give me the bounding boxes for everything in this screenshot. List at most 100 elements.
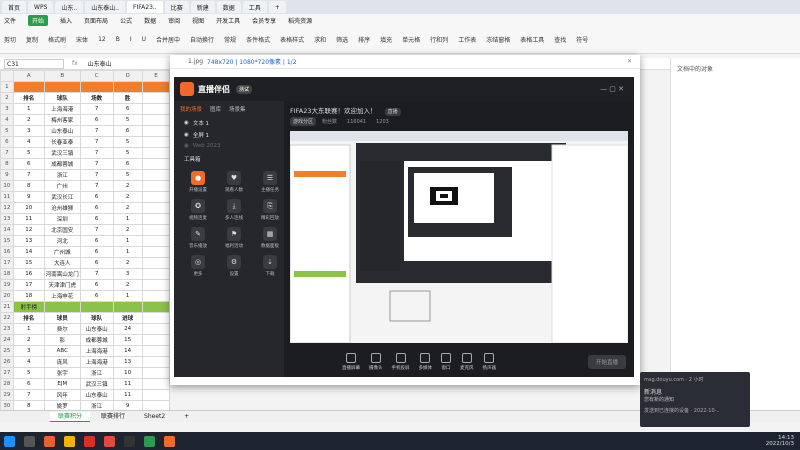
table-cell[interactable] bbox=[112, 301, 143, 313]
ribbon-button[interactable]: U bbox=[142, 36, 146, 43]
table-cell[interactable] bbox=[141, 356, 170, 368]
table-cell[interactable]: 10 bbox=[112, 367, 143, 379]
table-cell[interactable] bbox=[141, 367, 170, 379]
tool-button[interactable]: ◎ 更多 bbox=[182, 255, 214, 277]
table-cell[interactable]: 上海海港 bbox=[79, 356, 114, 368]
row-header[interactable]: 22 bbox=[0, 312, 14, 324]
table-cell[interactable] bbox=[141, 169, 170, 181]
table-cell[interactable] bbox=[141, 213, 170, 225]
start-stream-button[interactable]: 开始直播 bbox=[587, 355, 626, 369]
bottom-tool[interactable]: 多媒体 bbox=[419, 353, 432, 371]
table-cell[interactable] bbox=[141, 290, 170, 302]
ribbon-button[interactable]: 排序 bbox=[358, 35, 370, 44]
row-header[interactable]: 14 bbox=[0, 224, 14, 236]
wps-icon[interactable] bbox=[104, 435, 115, 447]
table-cell[interactable]: 8 bbox=[12, 180, 45, 192]
ribbon-button[interactable]: 单元格 bbox=[402, 35, 420, 44]
table-cell[interactable] bbox=[141, 323, 170, 335]
table-cell[interactable]: 6 bbox=[79, 246, 114, 258]
table-cell[interactable]: 6 bbox=[79, 257, 114, 269]
table-cell[interactable]: 14 bbox=[112, 345, 143, 357]
table-cell[interactable] bbox=[141, 147, 170, 159]
table-cell[interactable]: 浙江 bbox=[79, 367, 114, 379]
browser-tab[interactable]: 数据 bbox=[216, 1, 241, 13]
row-header[interactable]: 24 bbox=[0, 334, 14, 346]
table-cell[interactable] bbox=[79, 81, 114, 93]
row-header[interactable]: 7 bbox=[0, 147, 14, 159]
table-cell[interactable]: 3 bbox=[112, 268, 143, 280]
column-header[interactable]: E bbox=[141, 70, 170, 82]
table-cell[interactable]: 姚罗 bbox=[43, 400, 81, 410]
table-cell[interactable]: ABC bbox=[43, 345, 81, 357]
folder-icon[interactable] bbox=[64, 435, 75, 447]
stream-preview[interactable] bbox=[290, 131, 628, 343]
table-cell[interactable]: 北京国安 bbox=[43, 224, 81, 236]
row-header[interactable]: 16 bbox=[0, 246, 14, 258]
table-cell[interactable] bbox=[141, 125, 170, 137]
table-cell[interactable] bbox=[141, 158, 170, 170]
table-cell[interactable]: 2 bbox=[112, 202, 143, 214]
eye-icon[interactable]: ◉ bbox=[184, 132, 189, 138]
row-header[interactable]: 20 bbox=[0, 290, 14, 302]
table-cell[interactable]: 8 bbox=[12, 400, 45, 410]
table-cell[interactable]: 1 bbox=[12, 323, 45, 335]
table-cell[interactable]: 2 bbox=[112, 257, 143, 269]
ribbon-button[interactable]: 12 bbox=[98, 36, 106, 43]
table-cell[interactable]: 2 bbox=[112, 191, 143, 203]
row-header[interactable]: 9 bbox=[0, 169, 14, 181]
tool-button[interactable]: ✎ 音乐播放 bbox=[182, 227, 214, 249]
tool-button[interactable]: ♥ 观看人数 bbox=[218, 171, 250, 193]
table-cell[interactable]: 6 bbox=[79, 202, 114, 214]
table-cell[interactable]: 上海申花 bbox=[43, 290, 81, 302]
ribbon-button[interactable]: 行和列 bbox=[430, 35, 448, 44]
room-meta-item[interactable]: 游戏分区 bbox=[290, 117, 317, 126]
table-cell[interactable] bbox=[141, 279, 170, 291]
table-cell[interactable]: 11 bbox=[112, 389, 143, 401]
table-cell[interactable] bbox=[141, 378, 170, 390]
table-cell[interactable] bbox=[141, 224, 170, 236]
table-cell[interactable]: 射手榜 bbox=[12, 301, 45, 313]
table-cell[interactable]: 10 bbox=[12, 202, 45, 214]
table-cell[interactable]: 山东泰山 bbox=[79, 323, 114, 335]
table-cell[interactable] bbox=[141, 191, 170, 203]
table-cell[interactable]: 影 bbox=[43, 334, 81, 346]
row-header[interactable]: 13 bbox=[0, 213, 14, 225]
row-header[interactable]: 28 bbox=[0, 378, 14, 390]
spreadsheet-grid[interactable]: A B C D E 1 2 排名 球队 场数胜 3 1 上海海港 7 6 4 2 梅州客家 6 5 5 3 山东泰山 7 6 6 4… bbox=[0, 70, 170, 410]
table-cell[interactable] bbox=[43, 81, 81, 93]
table-cell[interactable] bbox=[141, 92, 170, 104]
table-cell[interactable]: 3 bbox=[12, 345, 45, 357]
table-cell[interactable]: 5 bbox=[112, 169, 143, 181]
search-icon[interactable] bbox=[24, 435, 35, 447]
row-header[interactable]: 12 bbox=[0, 202, 14, 214]
table-cell[interactable]: 7 bbox=[79, 125, 114, 137]
browser-tab[interactable]: WPS bbox=[28, 1, 54, 13]
menu-2[interactable]: 插入 bbox=[60, 16, 72, 25]
ribbon-button[interactable]: 填充 bbox=[380, 35, 392, 44]
table-cell[interactable] bbox=[79, 301, 114, 313]
menu-7[interactable]: 视图 bbox=[192, 16, 204, 25]
table-cell[interactable] bbox=[141, 312, 170, 324]
table-cell[interactable] bbox=[141, 180, 170, 192]
row-header[interactable]: 21 bbox=[0, 301, 14, 313]
clock-date[interactable]: 2022/10/3 bbox=[766, 441, 794, 447]
table-cell[interactable]: 深圳 bbox=[43, 213, 81, 225]
table-cell[interactable]: 1 bbox=[12, 103, 45, 115]
row-header[interactable]: 8 bbox=[0, 158, 14, 170]
table-cell[interactable]: 排名 bbox=[12, 92, 45, 104]
table-cell[interactable]: 胜 bbox=[112, 92, 143, 104]
menu-6[interactable]: 审阅 bbox=[168, 16, 180, 25]
system-notification[interactable]: msg.douyu.com · 2 小时 新消息 您有新的通知 发送到已连接的设… bbox=[640, 372, 750, 427]
table-cell[interactable]: 2 bbox=[12, 114, 45, 126]
table-cell[interactable]: 山东泰山 bbox=[43, 125, 81, 137]
ribbon-button[interactable]: B bbox=[116, 36, 120, 43]
table-cell[interactable]: 6 bbox=[112, 103, 143, 115]
table-cell[interactable]: 天津津门虎 bbox=[43, 279, 81, 291]
row-header[interactable]: 18 bbox=[0, 268, 14, 280]
table-cell[interactable]: 浙江 bbox=[79, 400, 114, 410]
menu-5[interactable]: 数据 bbox=[144, 16, 156, 25]
table-cell[interactable]: 7 bbox=[79, 224, 114, 236]
table-cell[interactable]: 6 bbox=[79, 290, 114, 302]
table-cell[interactable]: 进球 bbox=[112, 312, 143, 324]
table-cell[interactable]: 2 bbox=[12, 334, 45, 346]
